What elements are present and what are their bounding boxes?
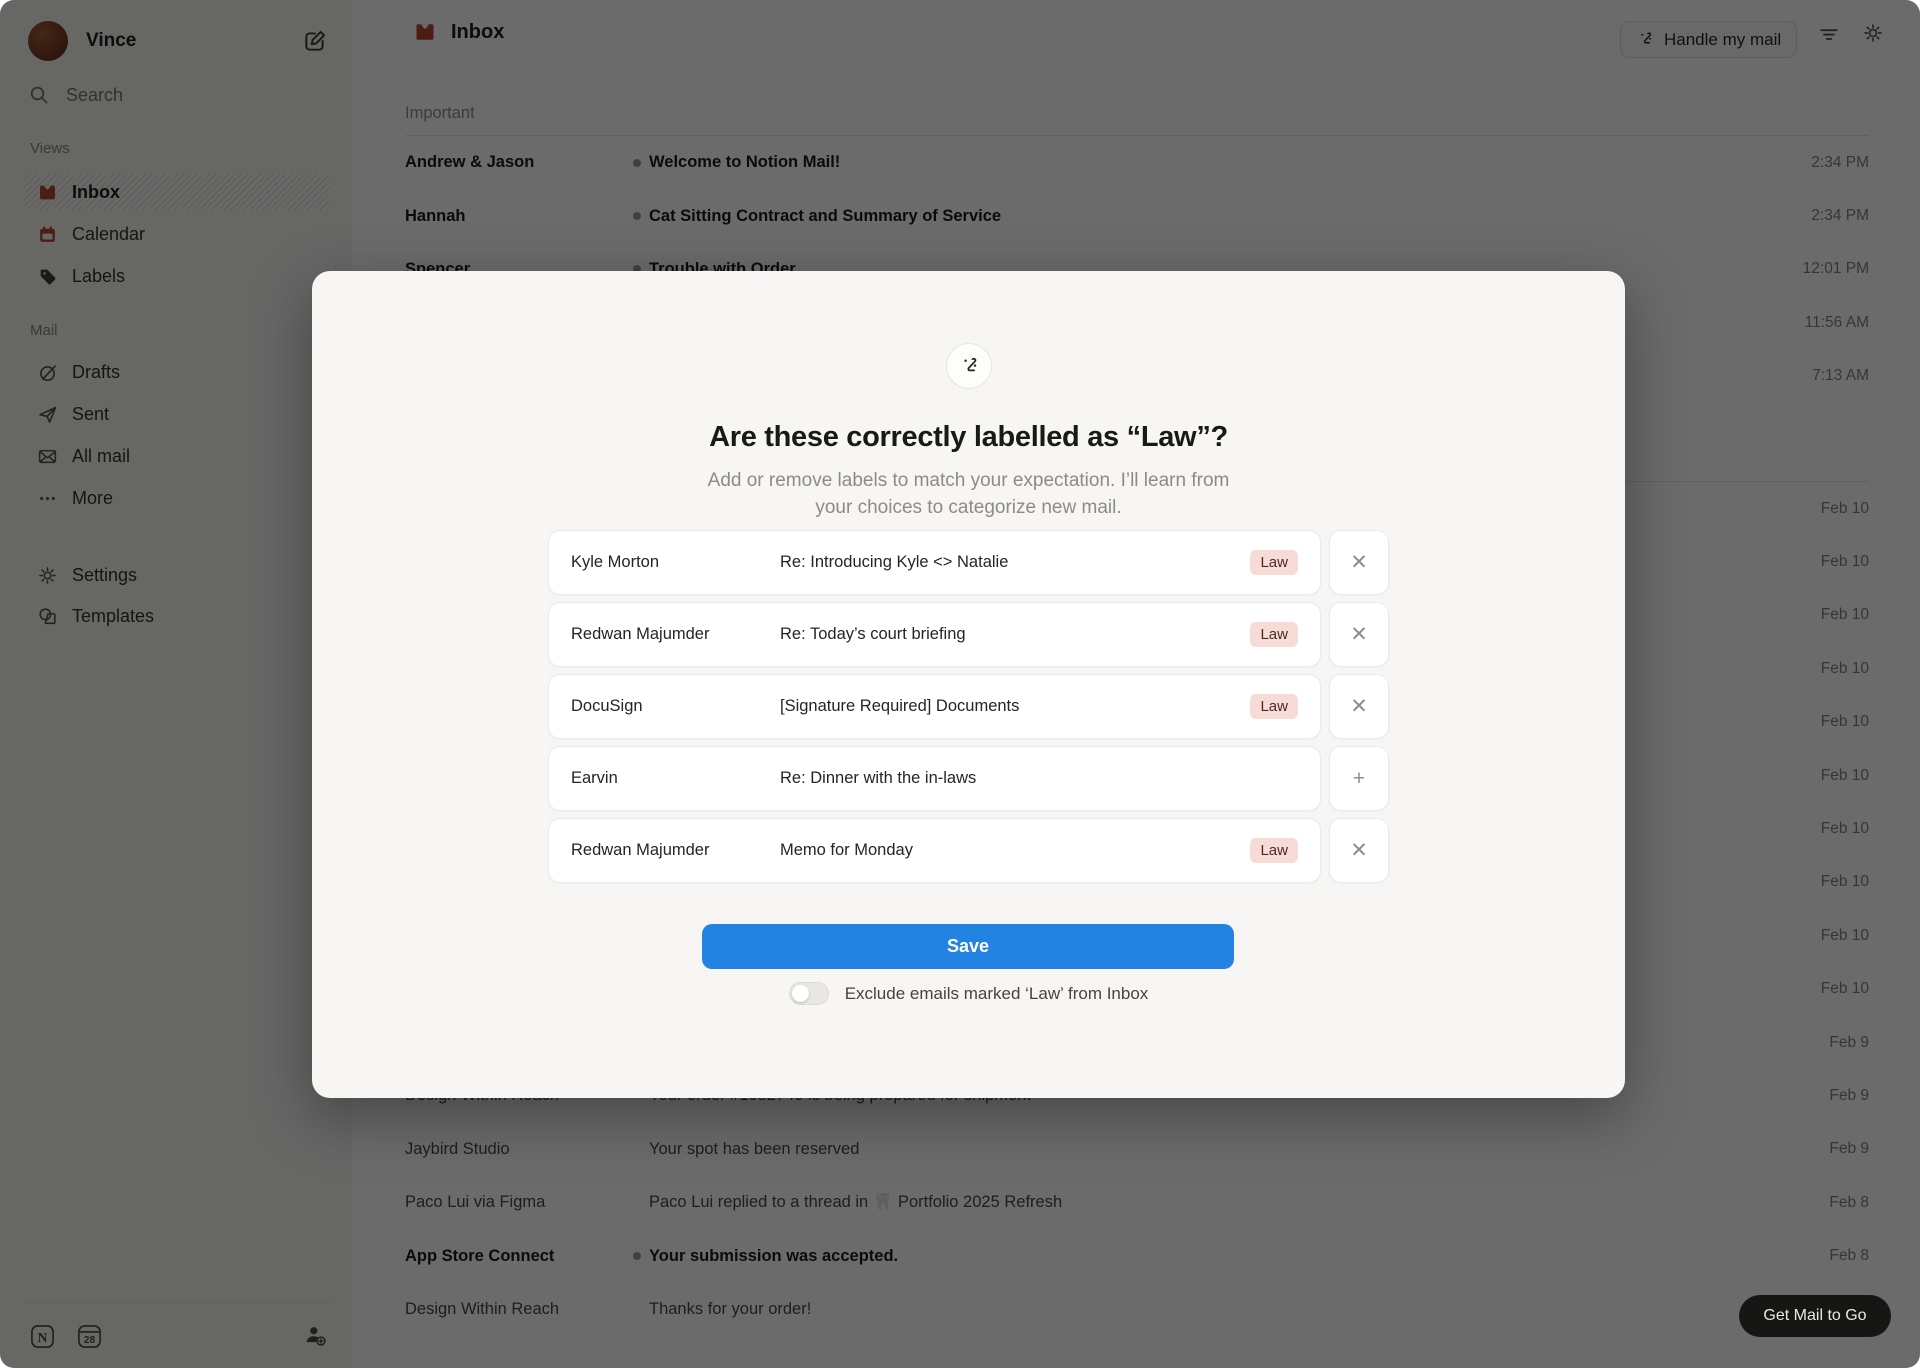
action-icon: +	[1353, 767, 1365, 791]
email-subject: Re: Introducing Kyle <> Natalie	[780, 553, 1250, 572]
save-button[interactable]: Save	[702, 924, 1234, 969]
row-action-button[interactable]: ✕	[1329, 602, 1389, 667]
row-action-button[interactable]: ✕	[1329, 674, 1389, 739]
email-sender: Earvin	[571, 769, 780, 788]
app-window: Vince Search Views	[0, 0, 1920, 1368]
email-sender: DocuSign	[571, 697, 780, 716]
dialog-subtitle: Add or remove labels to match your expec…	[312, 467, 1625, 521]
email-sender: Redwan Majumder	[571, 841, 780, 860]
email-card[interactable]: Redwan Majumder Re: Today’s court briefi…	[548, 602, 1321, 667]
email-card[interactable]: Earvin Re: Dinner with the in-laws	[548, 746, 1321, 811]
email-card[interactable]: DocuSign [Signature Required] Documents …	[548, 674, 1321, 739]
labelled-email-rows: Kyle Morton Re: Introducing Kyle <> Nata…	[548, 530, 1389, 883]
action-icon: ✕	[1350, 622, 1368, 647]
law-label-chip: Law	[1250, 694, 1298, 719]
row-action-button[interactable]: +	[1329, 746, 1389, 811]
labelled-email-row: DocuSign [Signature Required] Documents …	[548, 674, 1389, 739]
get-mail-to-go-button[interactable]: Get Mail to Go	[1739, 1295, 1891, 1337]
row-action-button[interactable]: ✕	[1329, 818, 1389, 883]
exclude-toggle[interactable]	[789, 982, 829, 1005]
email-subject: [Signature Required] Documents	[780, 697, 1250, 716]
ai-face-icon	[946, 343, 992, 389]
row-action-button[interactable]: ✕	[1329, 530, 1389, 595]
action-icon: ✕	[1350, 838, 1368, 863]
labelled-email-row: Redwan Majumder Re: Today’s court briefi…	[548, 602, 1389, 667]
law-label-chip: Law	[1250, 550, 1298, 575]
email-card[interactable]: Redwan Majumder Memo for Monday Law	[548, 818, 1321, 883]
labelled-email-row: Redwan Majumder Memo for Monday Law ✕	[548, 818, 1389, 883]
email-sender: Redwan Majumder	[571, 625, 780, 644]
law-label-chip: Law	[1250, 838, 1298, 863]
email-subject: Memo for Monday	[780, 841, 1250, 860]
toggle-knob	[792, 985, 809, 1002]
dialog-title: Are these correctly labelled as “Law”?	[312, 421, 1625, 454]
email-subject: Re: Today’s court briefing	[780, 625, 1250, 644]
law-label-chip: Law	[1250, 622, 1298, 647]
exclude-toggle-row: Exclude emails marked ‘Law’ from Inbox	[312, 982, 1625, 1005]
action-icon: ✕	[1350, 694, 1368, 719]
labelled-email-row: Earvin Re: Dinner with the in-laws +	[548, 746, 1389, 811]
label-confirmation-dialog: Are these correctly labelled as “Law”? A…	[312, 271, 1625, 1098]
labelled-email-row: Kyle Morton Re: Introducing Kyle <> Nata…	[548, 530, 1389, 595]
email-sender: Kyle Morton	[571, 553, 780, 572]
email-card[interactable]: Kyle Morton Re: Introducing Kyle <> Nata…	[548, 530, 1321, 595]
action-icon: ✕	[1350, 550, 1368, 575]
email-subject: Re: Dinner with the in-laws	[780, 769, 1298, 788]
exclude-toggle-label: Exclude emails marked ‘Law’ from Inbox	[845, 984, 1149, 1004]
